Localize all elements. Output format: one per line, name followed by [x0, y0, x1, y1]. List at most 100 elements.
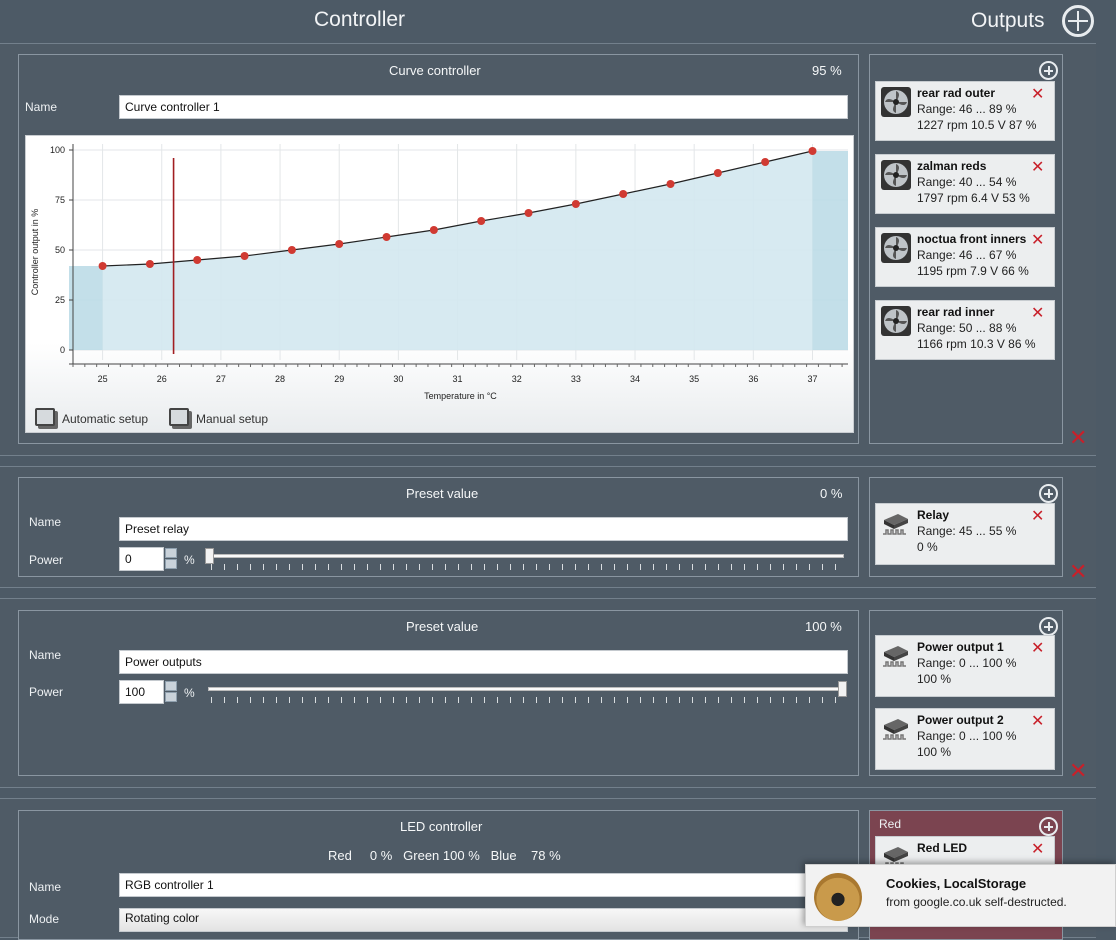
output-card[interactable]: Power output 1 Range: 0 ... 100 % 100 % ✕ — [875, 635, 1055, 697]
automatic-setup-icon[interactable] — [35, 408, 55, 426]
x-tick-label: 28 — [275, 374, 285, 384]
y-axis-label: Controller output in % — [30, 209, 40, 296]
add-output-to-controller-icon[interactable] — [1039, 817, 1058, 836]
output-name: Power output 2 — [917, 713, 1004, 727]
power-slider-track[interactable] — [208, 554, 844, 558]
remove-output-icon[interactable]: ✕ — [1031, 232, 1044, 248]
panel-title: Preset value — [406, 486, 479, 501]
output-range: Range: 0 ... 100 % — [917, 656, 1017, 670]
remove-output-icon[interactable]: ✕ — [1031, 305, 1044, 321]
curve-point — [524, 209, 533, 217]
toast-title: Cookies, LocalStorage — [886, 876, 1027, 891]
controller-name-input[interactable]: RGB controller 1 — [119, 873, 848, 897]
y-tick-label: 0 — [60, 345, 65, 355]
output-card[interactable]: rear rad inner Range: 50 ... 88 % 1166 rpm… — [875, 300, 1055, 360]
curve-point — [193, 256, 202, 264]
add-output-to-controller-icon[interactable] — [1039, 484, 1058, 503]
x-tick-label: 32 — [512, 374, 522, 384]
output-status: 100 % — [917, 745, 952, 759]
output-card[interactable]: Power output 2 Range: 0 ... 100 % 100 % ✕ — [875, 708, 1055, 770]
remove-controller-icon[interactable]: ✕ — [1069, 562, 1087, 584]
power-label: Power — [29, 553, 64, 567]
output-name: rear rad outer — [917, 86, 996, 100]
power-unit: % — [184, 553, 195, 567]
curve-point — [761, 158, 770, 166]
panel-title: Preset value — [406, 619, 479, 634]
curve-point — [287, 246, 296, 254]
fan-icon — [880, 86, 912, 118]
output-card[interactable]: rear rad outer Range: 46 ... 89 % 1227 rpm… — [875, 81, 1055, 141]
output-name: zalman reds — [917, 159, 987, 173]
controller-name-input[interactable]: Curve controller 1 — [119, 95, 848, 119]
output-range: Range: 46 ... 67 % — [917, 248, 1017, 262]
output-status: 0 % — [917, 540, 938, 554]
x-tick-label: 31 — [453, 374, 463, 384]
curve-controller-panel: Curve controller 95 % Name Curve control… — [18, 54, 859, 444]
remove-output-icon[interactable]: ✕ — [1031, 159, 1044, 175]
fan-icon — [880, 232, 912, 264]
controller-percent: 95 % — [812, 63, 842, 78]
x-axis-label: Temperature in °C — [424, 391, 497, 401]
panel-title: Curve controller — [389, 63, 481, 78]
mode-select[interactable]: Rotating color — [119, 908, 848, 932]
output-card[interactable]: noctua front inners Range: 46 ... 67 % 119… — [875, 227, 1055, 287]
output-range: Range: 45 ... 55 % — [917, 524, 1017, 538]
remove-controller-icon[interactable]: ✕ — [1069, 428, 1087, 450]
x-tick-label: 35 — [689, 374, 699, 384]
outputs-heading: Outputs — [971, 9, 1045, 32]
output-card[interactable]: Relay Range: 45 ... 55 % 0 % ✕ — [875, 503, 1055, 565]
output-range: Range: 46 ... 89 % — [917, 102, 1017, 116]
output-name: rear rad inner — [917, 305, 995, 319]
power-input[interactable]: 0 — [119, 547, 164, 571]
output-name: Relay — [917, 508, 950, 522]
curve-chart-svg[interactable]: 25 26 27 28 29 30 31 32 33 34 35 36 37 0 25 50 75 100 Temp… — [26, 136, 853, 432]
x-tick-label: 33 — [571, 374, 581, 384]
power-slider-ticks — [211, 697, 843, 703]
automatic-setup-button[interactable]: Automatic setup — [62, 412, 148, 426]
name-label: Name — [29, 515, 62, 529]
add-output-to-controller-icon[interactable] — [1039, 617, 1058, 636]
output-status: 100 % — [917, 672, 952, 686]
power-outputs-panel: Preset value 100 % Name Power outputs Po… — [18, 610, 859, 776]
remove-controller-icon[interactable]: ✕ — [1069, 761, 1087, 783]
controller-name-input[interactable]: Power outputs — [119, 650, 848, 674]
output-status: 1227 rpm 10.5 V 87 % — [917, 118, 1037, 132]
y-tick-label: 100 — [50, 145, 65, 155]
output-range: Range: 40 ... 54 % — [917, 175, 1017, 189]
curve-point — [98, 262, 107, 270]
power-unit: % — [184, 686, 195, 700]
remove-output-icon[interactable]: ✕ — [1031, 841, 1044, 857]
toast-body: from google.co.uk self-destructed. — [886, 895, 1067, 909]
fan-icon — [880, 305, 912, 337]
power-slider-track[interactable] — [208, 687, 844, 691]
manual-setup-icon[interactable] — [169, 408, 189, 426]
add-output-icon[interactable] — [1062, 5, 1094, 37]
remove-output-icon[interactable]: ✕ — [1031, 508, 1044, 524]
x-tick-label: 27 — [216, 374, 226, 384]
controller-name-input[interactable]: Preset relay — [119, 517, 848, 541]
cookie-toast[interactable]: Cookies, LocalStorage from google.co.uk … — [805, 864, 1116, 927]
remove-output-icon[interactable]: ✕ — [1031, 713, 1044, 729]
power-slider-thumb[interactable] — [205, 548, 214, 564]
remove-output-icon[interactable]: ✕ — [1031, 86, 1044, 102]
name-label: Name — [25, 100, 58, 114]
output-card[interactable]: zalman reds Range: 40 ... 54 % 1797 rpm 6.… — [875, 154, 1055, 214]
add-output-to-controller-icon[interactable] — [1039, 61, 1058, 80]
power-slider-thumb[interactable] — [838, 681, 847, 697]
curve-point — [713, 169, 722, 177]
output-name: Red LED — [917, 841, 968, 855]
curve-chart[interactable]: 25 26 27 28 29 30 31 32 33 34 35 36 37 0 25 50 75 100 Temp… — [25, 135, 854, 433]
mode-label: Mode — [29, 912, 60, 926]
curve-point — [666, 180, 675, 188]
name-label: Name — [29, 648, 62, 662]
name-label: Name — [29, 880, 62, 894]
fan-icon — [880, 159, 912, 191]
power-stepper[interactable] — [164, 680, 178, 704]
output-range: Range: 50 ... 88 % — [917, 321, 1017, 335]
x-tick-label: 26 — [157, 374, 167, 384]
manual-setup-button[interactable]: Manual setup — [196, 412, 268, 426]
remove-output-icon[interactable]: ✕ — [1031, 640, 1044, 656]
curve-point — [240, 252, 249, 260]
power-input[interactable]: 100 — [119, 680, 164, 704]
power-stepper[interactable] — [164, 547, 178, 571]
